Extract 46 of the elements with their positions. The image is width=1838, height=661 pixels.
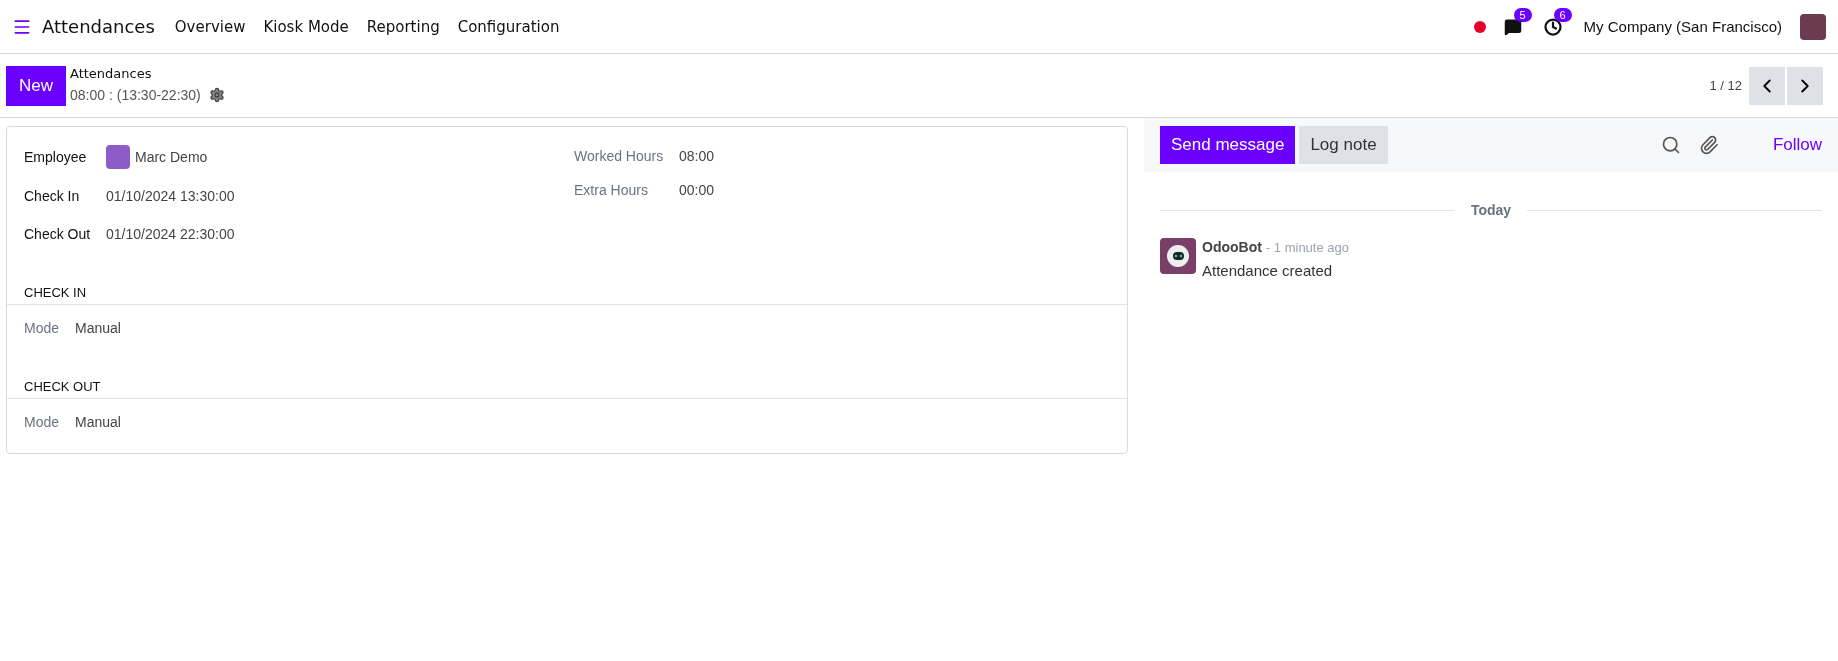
menu-item[interactable]: Kiosk Mode bbox=[263, 17, 349, 36]
send-message-button[interactable]: Send message bbox=[1160, 126, 1296, 164]
menu-item[interactable]: Configuration bbox=[457, 17, 560, 36]
previous-button[interactable] bbox=[1749, 66, 1786, 105]
message-author: OdooBot bbox=[1202, 239, 1262, 255]
robot-avatar bbox=[1160, 238, 1196, 274]
field-value: Manual bbox=[75, 414, 121, 430]
log-note-button[interactable]: Log note bbox=[1299, 126, 1388, 164]
message-time: - 1 minute ago bbox=[1265, 240, 1349, 255]
status-dot-icon bbox=[1473, 20, 1486, 33]
field-label: Check In bbox=[24, 188, 81, 204]
new-button[interactable]: New bbox=[6, 65, 66, 106]
field-label: Extra Hours bbox=[574, 182, 649, 198]
menu-item[interactable]: Reporting bbox=[366, 17, 440, 36]
field-value: 00:00 bbox=[679, 182, 715, 198]
field-label: Mode bbox=[24, 320, 61, 336]
field-value: 01/10/2024 22:30:00 bbox=[106, 226, 235, 242]
paperclip-icon[interactable] bbox=[1698, 135, 1719, 155]
field-label: Check Out bbox=[24, 226, 92, 242]
pager-value: 1 / 12 bbox=[1709, 78, 1742, 93]
next-button[interactable] bbox=[1787, 66, 1824, 105]
field-value: 08:00 bbox=[679, 148, 715, 164]
field-label: Employee bbox=[24, 149, 88, 165]
field-value: Manual bbox=[75, 320, 121, 336]
date-separator: Today bbox=[1470, 202, 1512, 218]
user-avatar[interactable] bbox=[1800, 13, 1826, 40]
settings-icon[interactable] bbox=[208, 86, 225, 103]
field-label: Mode bbox=[24, 414, 61, 430]
menu-item[interactable]: Overview bbox=[174, 17, 246, 36]
employee-link[interactable]: Marc Demo bbox=[106, 145, 208, 169]
record-title: 08:00 : (13:30-22:30) bbox=[70, 86, 201, 103]
section-title: CHECK OUT bbox=[7, 379, 1127, 399]
follow-link[interactable]: Follow bbox=[1772, 135, 1822, 155]
app-title: Attendances bbox=[42, 16, 155, 37]
chat-icon[interactable] bbox=[1503, 17, 1522, 36]
activities-count-badge: 6 bbox=[1553, 7, 1572, 22]
section-title: CHECK IN bbox=[7, 285, 1127, 305]
clock-icon[interactable] bbox=[1543, 17, 1562, 36]
field-value: 01/10/2024 13:30:00 bbox=[106, 188, 235, 204]
field-label: Worked Hours bbox=[574, 148, 665, 164]
messages-count-badge: 5 bbox=[1513, 7, 1532, 22]
employee-avatar bbox=[106, 145, 130, 169]
message-body: Attendance created bbox=[1202, 262, 1334, 279]
search-icon[interactable] bbox=[1660, 135, 1681, 155]
breadcrumb-link[interactable]: Attendances bbox=[70, 65, 225, 81]
company-switcher[interactable]: My Company (San Francisco) bbox=[1583, 18, 1782, 35]
